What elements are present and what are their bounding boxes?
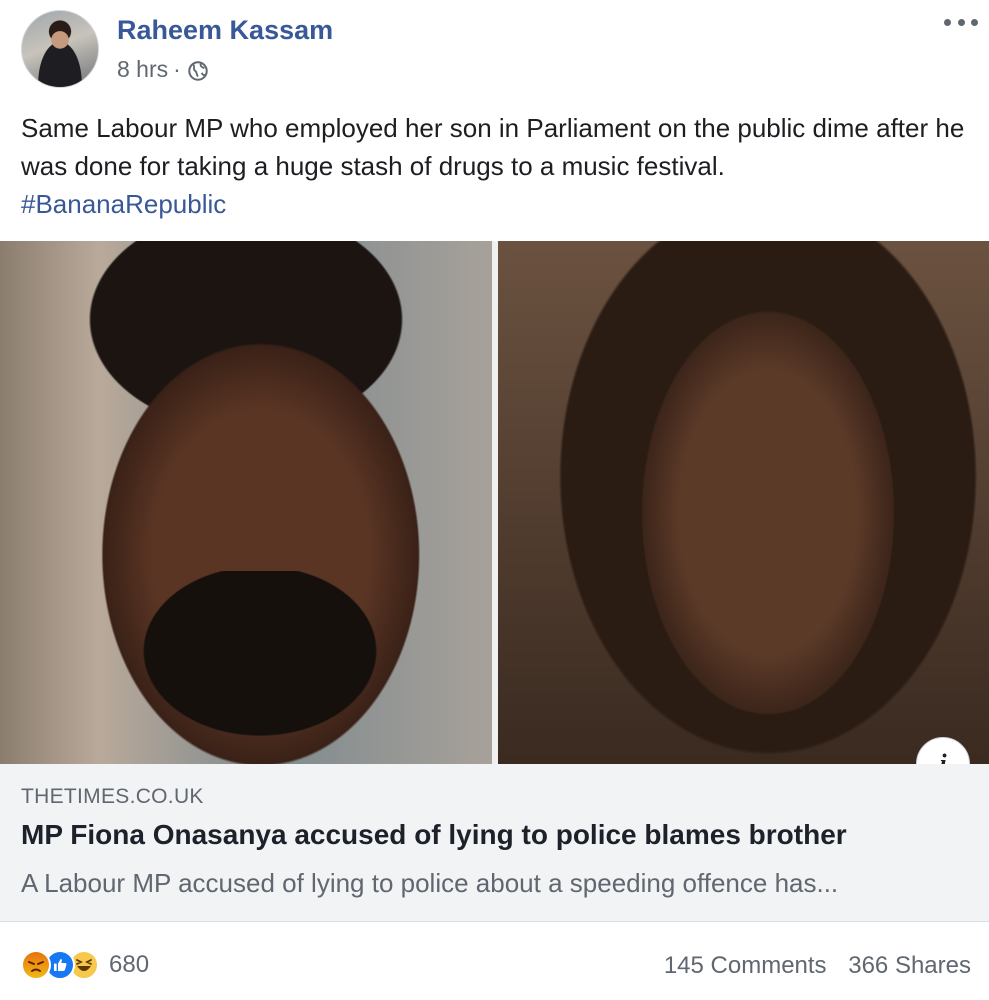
angry-icon bbox=[21, 950, 51, 980]
author-name[interactable]: Raheem Kassam bbox=[117, 15, 333, 46]
author-avatar[interactable] bbox=[21, 10, 99, 88]
link-domain: THETIMES.CO.UK bbox=[21, 785, 204, 808]
hashtag-link[interactable]: #BananaRepublic bbox=[21, 185, 976, 223]
link-preview[interactable]: THETIMES.CO.UK MP Fiona Onasanya accused… bbox=[0, 764, 989, 922]
post-time[interactable]: 8 hrs bbox=[117, 56, 168, 83]
reactions-summary[interactable]: 680 bbox=[21, 950, 149, 980]
globe-icon bbox=[188, 61, 208, 81]
link-preview-image[interactable] bbox=[0, 241, 989, 764]
post-meta: 8 hrs · bbox=[117, 56, 209, 83]
photo-right bbox=[498, 241, 989, 764]
shares-count[interactable]: 366 Shares bbox=[848, 952, 971, 979]
meta-separator: · bbox=[173, 56, 181, 82]
more-options-icon[interactable] bbox=[944, 12, 978, 32]
post-text: Same Labour MP who employed her son in P… bbox=[21, 109, 976, 223]
link-title[interactable]: MP Fiona Onasanya accused of lying to po… bbox=[21, 819, 847, 851]
comments-count[interactable]: 145 Comments bbox=[664, 952, 827, 979]
photo-left bbox=[0, 241, 492, 764]
link-description: A Labour MP accused of lying to police a… bbox=[21, 868, 839, 898]
reaction-icons bbox=[21, 950, 99, 980]
reaction-count[interactable]: 680 bbox=[109, 951, 149, 979]
post-body: Same Labour MP who employed her son in P… bbox=[21, 113, 965, 181]
engagement-counts: 145 Comments 366 Shares bbox=[664, 952, 971, 980]
